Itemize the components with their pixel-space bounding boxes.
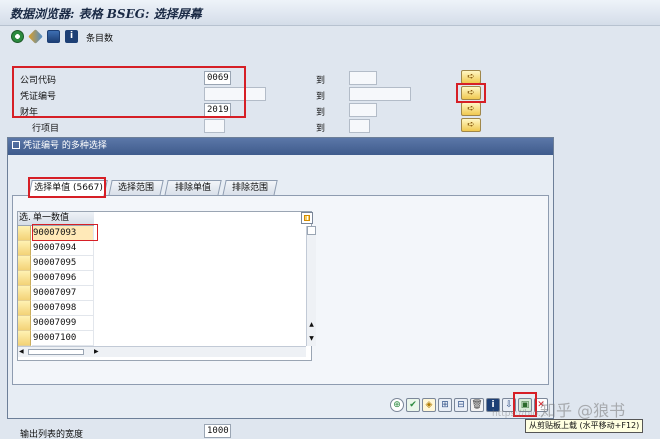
tooltip: 从剪贴板上载 (水平移动+F12)	[525, 419, 644, 433]
tab-select-ranges[interactable]: 选择范围	[108, 180, 164, 196]
to-label: 到	[316, 76, 326, 86]
window-title: 数据浏览器: 表格 BSEG: 选择屏幕	[10, 7, 202, 21]
dialog-title-bar: 凭证编号 的多种选择	[8, 138, 553, 155]
row-value-cell[interactable]: 90007095	[32, 256, 94, 271]
watermark-url: https://blo...	[492, 409, 547, 419]
col-select-header: 选.	[19, 213, 31, 223]
scroll-down-arrow-icon[interactable]: ▼	[307, 334, 316, 343]
row-value-cell[interactable]: 90007096	[32, 271, 94, 286]
row-value-cell[interactable]: 90007097	[32, 286, 94, 301]
vertical-scrollbar[interactable]: ▲ ▼	[306, 226, 316, 346]
to-label: 到	[316, 108, 326, 118]
line-item-label: 行项目	[32, 124, 60, 134]
multiple-selection-button[interactable]: ➪	[461, 102, 481, 116]
tab-exclude-single-values[interactable]: 排除单值	[164, 180, 222, 196]
line-item-to-input[interactable]	[349, 119, 370, 133]
row-value-cell[interactable]: 90007099	[32, 316, 94, 331]
highlight-box	[32, 224, 98, 241]
scroll-thumb[interactable]	[28, 349, 84, 355]
save-variant-icon[interactable]	[47, 30, 60, 43]
copy-check-icon[interactable]: ✔	[406, 398, 420, 412]
dialog-title: 凭证编号 的多种选择	[23, 141, 107, 151]
title-bar: 数据浏览器: 表格 BSEG: 选择屏幕	[0, 0, 660, 26]
execute-icon[interactable]	[11, 30, 24, 43]
row-selector[interactable]	[18, 316, 31, 331]
scroll-left-icon[interactable]: ◀	[19, 348, 24, 355]
variant-icon[interactable]	[28, 29, 43, 44]
dialog-window-icon	[12, 141, 20, 149]
multiple-selection-dialog: 凭证编号 的多种选择 选择单值 (5667) 选择范围 排除单值 排除范围 选.…	[7, 137, 554, 419]
multiple-selection-button[interactable]: ➪	[461, 70, 481, 84]
row-value-cell[interactable]: 90007098	[32, 301, 94, 316]
single-values-grid: 选. 单一数值 90007093 90007094 90007095 90007…	[17, 211, 316, 361]
row-value-cell[interactable]: 90007094	[32, 241, 94, 256]
row-value-cell[interactable]: 90007100	[32, 331, 94, 346]
fiscal-year-to-input[interactable]	[349, 103, 377, 117]
document-number-to-input[interactable]	[349, 87, 411, 101]
row-selector[interactable]	[18, 301, 31, 316]
horizontal-scrollbar[interactable]: ◀ ▶	[18, 346, 306, 357]
application-toolbar: i 条目数	[0, 27, 660, 47]
trash-icon[interactable]: 🗑	[470, 398, 484, 412]
output-width-input[interactable]: 1000	[204, 424, 231, 438]
row-selector[interactable]	[18, 256, 31, 271]
multiple-selection-button[interactable]: ➪	[461, 118, 481, 132]
to-label: 到	[316, 92, 326, 102]
scroll-right-icon[interactable]: ▶	[94, 348, 99, 355]
variant-icon[interactable]: ◈	[422, 398, 436, 412]
row-selector[interactable]	[18, 331, 31, 346]
insert-row-icon[interactable]: ⊞	[438, 398, 452, 412]
scroll-up-icon[interactable]	[307, 226, 316, 235]
column-settings-icon[interactable]	[301, 212, 313, 224]
tab-exclude-ranges[interactable]: 排除范围	[222, 180, 278, 196]
row-selector[interactable]	[18, 226, 31, 241]
info-icon[interactable]: i	[65, 30, 78, 43]
scroll-up-arrow-icon[interactable]: ▲	[307, 320, 316, 329]
delete-row-icon[interactable]: ⊟	[454, 398, 468, 412]
highlight-box	[12, 66, 246, 118]
row-selector[interactable]	[18, 271, 31, 286]
watermark: 知乎 @狼书	[540, 401, 626, 420]
highlight-box	[28, 177, 106, 198]
row-selector[interactable]	[18, 241, 31, 256]
entries-count-button[interactable]: 条目数	[86, 31, 113, 44]
execute-icon[interactable]: ⊕	[390, 398, 404, 412]
to-label: 到	[316, 124, 326, 134]
company-code-to-input[interactable]	[349, 71, 377, 85]
output-width-label: 输出列表的宽度	[20, 430, 84, 439]
row-selector[interactable]	[18, 286, 31, 301]
line-item-input[interactable]	[204, 119, 225, 133]
highlight-box	[456, 83, 486, 103]
